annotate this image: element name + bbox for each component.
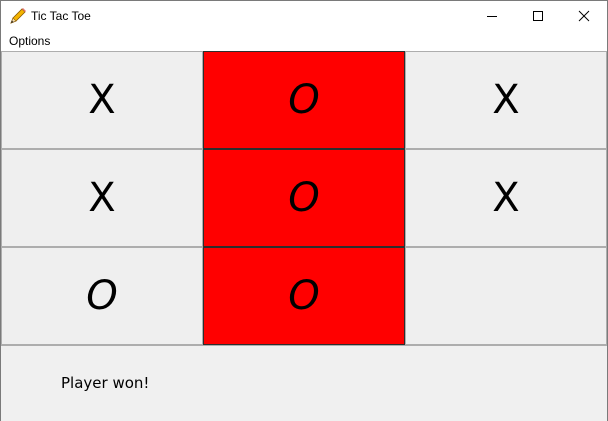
cell-r1-c2[interactable]: X xyxy=(405,149,607,247)
title-bar[interactable]: Tic Tac Toe xyxy=(1,1,607,31)
game-window: Tic Tac Toe Options X O X X O X O O Play… xyxy=(0,0,608,421)
cell-mark: X xyxy=(88,77,116,123)
maximize-icon xyxy=(533,11,543,21)
cell-r0-c1[interactable]: O xyxy=(203,51,405,149)
cell-r1-c0[interactable]: X xyxy=(1,149,203,247)
cell-mark: X xyxy=(492,175,520,221)
cell-r1-c1[interactable]: O xyxy=(203,149,405,247)
cell-mark: O xyxy=(86,273,118,319)
cell-r0-c0[interactable]: X xyxy=(1,51,203,149)
status-panel: Player won! xyxy=(1,345,607,421)
maximize-button[interactable] xyxy=(515,1,561,31)
close-icon xyxy=(578,10,590,22)
game-board: X O X X O X O O xyxy=(1,51,607,345)
pencil-icon xyxy=(10,8,26,24)
menu-bar: Options xyxy=(1,31,607,51)
minimize-button[interactable] xyxy=(469,1,515,31)
cell-r2-c2[interactable] xyxy=(405,247,607,345)
menu-options[interactable]: Options xyxy=(3,31,56,51)
cell-r2-c1[interactable]: O xyxy=(203,247,405,345)
close-button[interactable] xyxy=(561,1,607,31)
cell-mark: O xyxy=(288,77,320,123)
cell-mark: O xyxy=(288,273,320,319)
cell-mark: O xyxy=(288,175,320,221)
status-label: Player won! xyxy=(61,374,150,392)
cell-r2-c0[interactable]: O xyxy=(1,247,203,345)
window-title: Tic Tac Toe xyxy=(31,9,91,23)
cell-mark: X xyxy=(492,77,520,123)
cell-r0-c2[interactable]: X xyxy=(405,51,607,149)
minimize-icon xyxy=(487,16,497,17)
cell-mark: X xyxy=(88,175,116,221)
